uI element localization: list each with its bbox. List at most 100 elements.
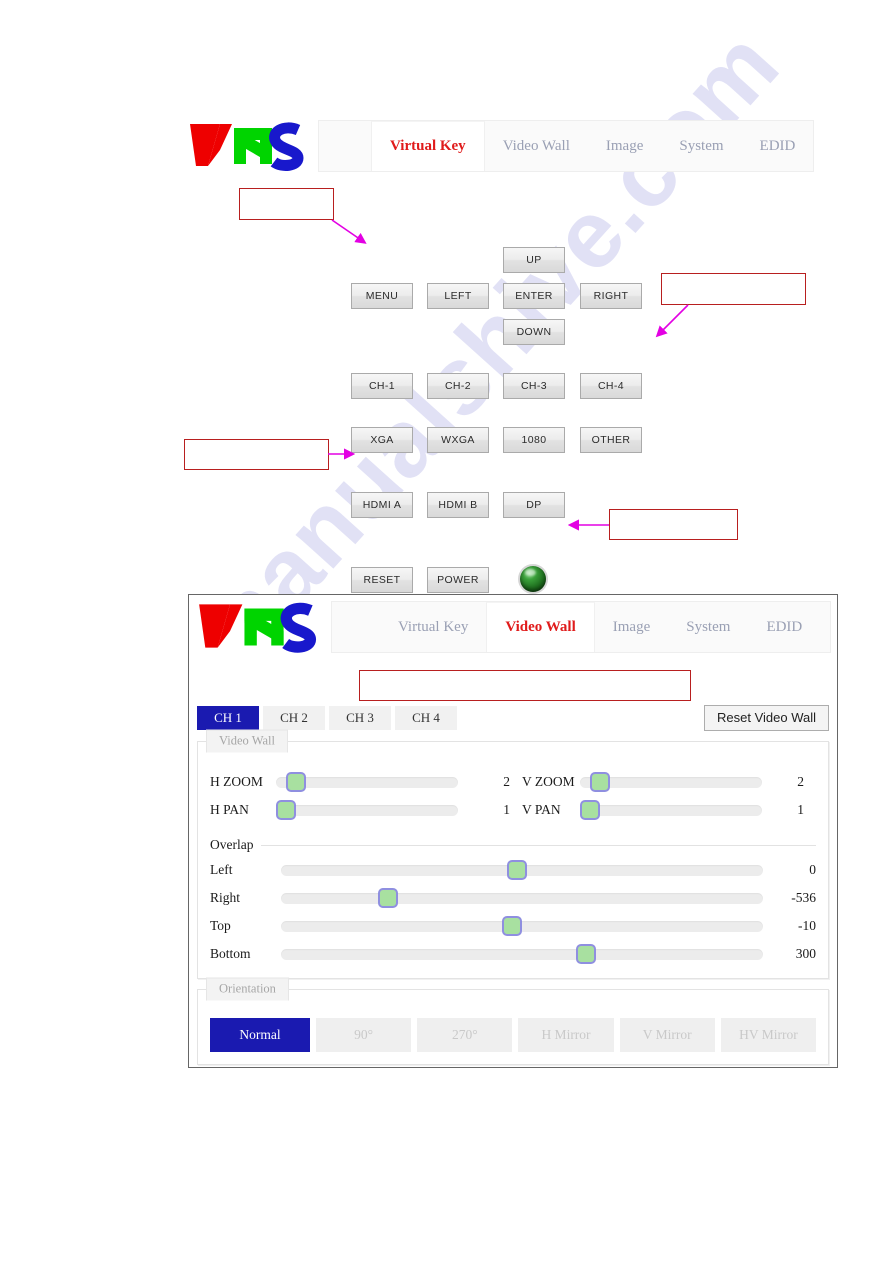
tab-system-2[interactable]: System bbox=[668, 602, 748, 652]
hdmi-b-button[interactable]: HDMI B bbox=[427, 492, 489, 518]
video-wall-group: Video Wall H ZOOM 2 V ZOOM 2 H PAN 1 V P… bbox=[197, 729, 829, 979]
overlap-left-label: Left bbox=[210, 862, 233, 877]
channel-tab-ch2[interactable]: CH 2 bbox=[263, 706, 325, 730]
overlap-top-value: -10 bbox=[798, 918, 816, 933]
overlap-sliders: Left 0 Right -536 Top -10 Bottom 300 bbox=[198, 856, 828, 978]
tab-edid-2[interactable]: EDID bbox=[748, 602, 820, 652]
channel-tab-ch3[interactable]: CH 3 bbox=[329, 706, 391, 730]
h-pan-slider-handle[interactable] bbox=[276, 799, 296, 820]
dp-button[interactable]: DP bbox=[503, 492, 565, 518]
v-pan-label: V PAN bbox=[522, 802, 561, 817]
panel1-navbar: Virtual Key Video Wall Image System EDID bbox=[318, 120, 815, 172]
ch-2-button[interactable]: CH-2 bbox=[427, 373, 489, 399]
overlap-left-slider-handle[interactable] bbox=[506, 859, 527, 880]
slider-row-right: Right -536 bbox=[210, 884, 816, 912]
h-zoom-value: 2 bbox=[503, 774, 510, 789]
ch-1-button[interactable]: CH-1 bbox=[351, 373, 413, 399]
callout-led bbox=[609, 509, 738, 540]
overlap-divider bbox=[261, 844, 816, 846]
overlap-left-value: 0 bbox=[809, 862, 816, 877]
channel-tab-row: CH 1 CH 2 CH 3 CH 4 Reset Video Wall bbox=[189, 705, 837, 731]
ch-4-button[interactable]: CH-4 bbox=[580, 373, 642, 399]
tab-image-label: Image bbox=[605, 137, 644, 154]
h-zoom-slider-handle[interactable] bbox=[285, 771, 306, 792]
nav-left-spacer bbox=[319, 121, 371, 171]
orientation-hv-mirror-button[interactable]: HV Mirror bbox=[720, 1018, 817, 1052]
overlap-label: Overlap bbox=[210, 837, 254, 852]
tab-video-wall[interactable]: Video Wall bbox=[485, 121, 588, 171]
reset-video-wall-button[interactable]: Reset Video Wall bbox=[704, 705, 829, 731]
slider-row-left: Left 0 bbox=[210, 856, 816, 884]
v-zoom-label: V ZOOM bbox=[522, 774, 575, 789]
left-button[interactable]: LEFT bbox=[427, 283, 489, 309]
zoom-pan-sliders: H ZOOM 2 V ZOOM 2 H PAN 1 V PAN 1 bbox=[198, 762, 828, 834]
ch-3-button[interactable]: CH-3 bbox=[503, 373, 565, 399]
right-button[interactable]: RIGHT bbox=[580, 283, 642, 309]
tab-virtual-key-2[interactable]: Virtual Key bbox=[380, 602, 486, 652]
overlap-top-slider-handle[interactable] bbox=[502, 915, 523, 936]
down-button[interactable]: DOWN bbox=[503, 319, 565, 345]
channel-tab-ch4[interactable]: CH 4 bbox=[395, 706, 457, 730]
v-pan-slider-handle[interactable] bbox=[580, 799, 600, 820]
v-zoom-slider-track[interactable] bbox=[580, 771, 762, 792]
panel2-navbar: Virtual Key Video Wall Image System EDID bbox=[331, 601, 831, 653]
tab-virtual-key[interactable]: Virtual Key bbox=[371, 121, 485, 171]
callout-videowall-top bbox=[359, 670, 691, 701]
tab-edid[interactable]: EDID bbox=[742, 121, 814, 171]
hdmi-a-button[interactable]: HDMI A bbox=[351, 492, 413, 518]
overlap-right-label: Right bbox=[210, 890, 241, 905]
overlap-bottom-slider-track[interactable] bbox=[280, 943, 763, 964]
v-zoom-slider-handle[interactable] bbox=[589, 771, 610, 792]
enter-button[interactable]: ENTER bbox=[503, 283, 565, 309]
slider-row-zoom: H ZOOM 2 V ZOOM 2 bbox=[210, 768, 816, 796]
tab-video-wall-2-label: Video Wall bbox=[505, 619, 576, 635]
tab-image-2[interactable]: Image bbox=[595, 602, 668, 652]
overlap-top-slider-track[interactable] bbox=[280, 915, 763, 936]
tab-video-wall-2[interactable]: Video Wall bbox=[486, 602, 595, 652]
h-zoom-label: H ZOOM bbox=[210, 774, 263, 789]
orientation-v-mirror-button[interactable]: V Mirror bbox=[619, 1018, 715, 1052]
slider-row-top: Top -10 bbox=[210, 912, 816, 940]
nav-left-spacer-2 bbox=[332, 602, 380, 652]
tab-edid-label: EDID bbox=[759, 137, 796, 154]
tab-virtual-key-label: Virtual Key bbox=[390, 138, 466, 154]
tab-system[interactable]: System bbox=[661, 121, 741, 171]
slider-row-bottom: Bottom 300 bbox=[210, 940, 816, 968]
overlap-right-value: -536 bbox=[791, 890, 816, 905]
up-button[interactable]: UP bbox=[503, 247, 565, 273]
overlap-right-slider-handle[interactable] bbox=[377, 887, 398, 908]
h-pan-slider-track[interactable] bbox=[276, 799, 458, 820]
v-pan-slider-track[interactable] bbox=[580, 799, 762, 820]
overlap-bottom-label: Bottom bbox=[210, 946, 251, 961]
tab-video-wall-label: Video Wall bbox=[502, 137, 570, 154]
menu-button[interactable]: MENU bbox=[351, 283, 413, 309]
vns-logo-icon bbox=[190, 122, 304, 171]
power-button[interactable]: POWER bbox=[427, 567, 489, 593]
tab-image[interactable]: Image bbox=[588, 121, 661, 171]
overlap-top-label: Top bbox=[210, 918, 231, 933]
reset-button[interactable]: RESET bbox=[351, 567, 413, 593]
1080-button[interactable]: 1080 bbox=[503, 427, 565, 453]
orientation-h-mirror-button[interactable]: H Mirror bbox=[518, 1018, 614, 1052]
orientation-270-button[interactable]: 270° bbox=[417, 1018, 513, 1052]
v-zoom-value: 2 bbox=[797, 774, 804, 789]
callout-menu bbox=[239, 188, 334, 220]
h-pan-value: 1 bbox=[503, 802, 510, 817]
orientation-90-button[interactable]: 90° bbox=[316, 1018, 412, 1052]
overlap-right-slider-track[interactable] bbox=[280, 887, 763, 908]
other-button[interactable]: OTHER bbox=[580, 427, 642, 453]
vns-logo bbox=[186, 120, 318, 172]
h-pan-label: H PAN bbox=[210, 802, 249, 817]
tab-image-2-label: Image bbox=[612, 618, 651, 635]
overlap-left-slider-track[interactable] bbox=[280, 859, 763, 880]
channel-tab-ch1[interactable]: CH 1 bbox=[197, 706, 259, 730]
orientation-button-row: Normal 90° 270° H Mirror V Mirror HV Mir… bbox=[198, 1010, 828, 1064]
overlap-bottom-slider-handle[interactable] bbox=[576, 943, 597, 964]
xga-button[interactable]: XGA bbox=[351, 427, 413, 453]
vns-logo-2 bbox=[195, 599, 331, 655]
wxga-button[interactable]: WXGA bbox=[427, 427, 489, 453]
tab-edid-2-label: EDID bbox=[766, 618, 803, 635]
h-zoom-slider-track[interactable] bbox=[276, 771, 458, 792]
power-led-indicator[interactable] bbox=[520, 566, 546, 592]
orientation-normal-button[interactable]: Normal bbox=[210, 1018, 310, 1052]
